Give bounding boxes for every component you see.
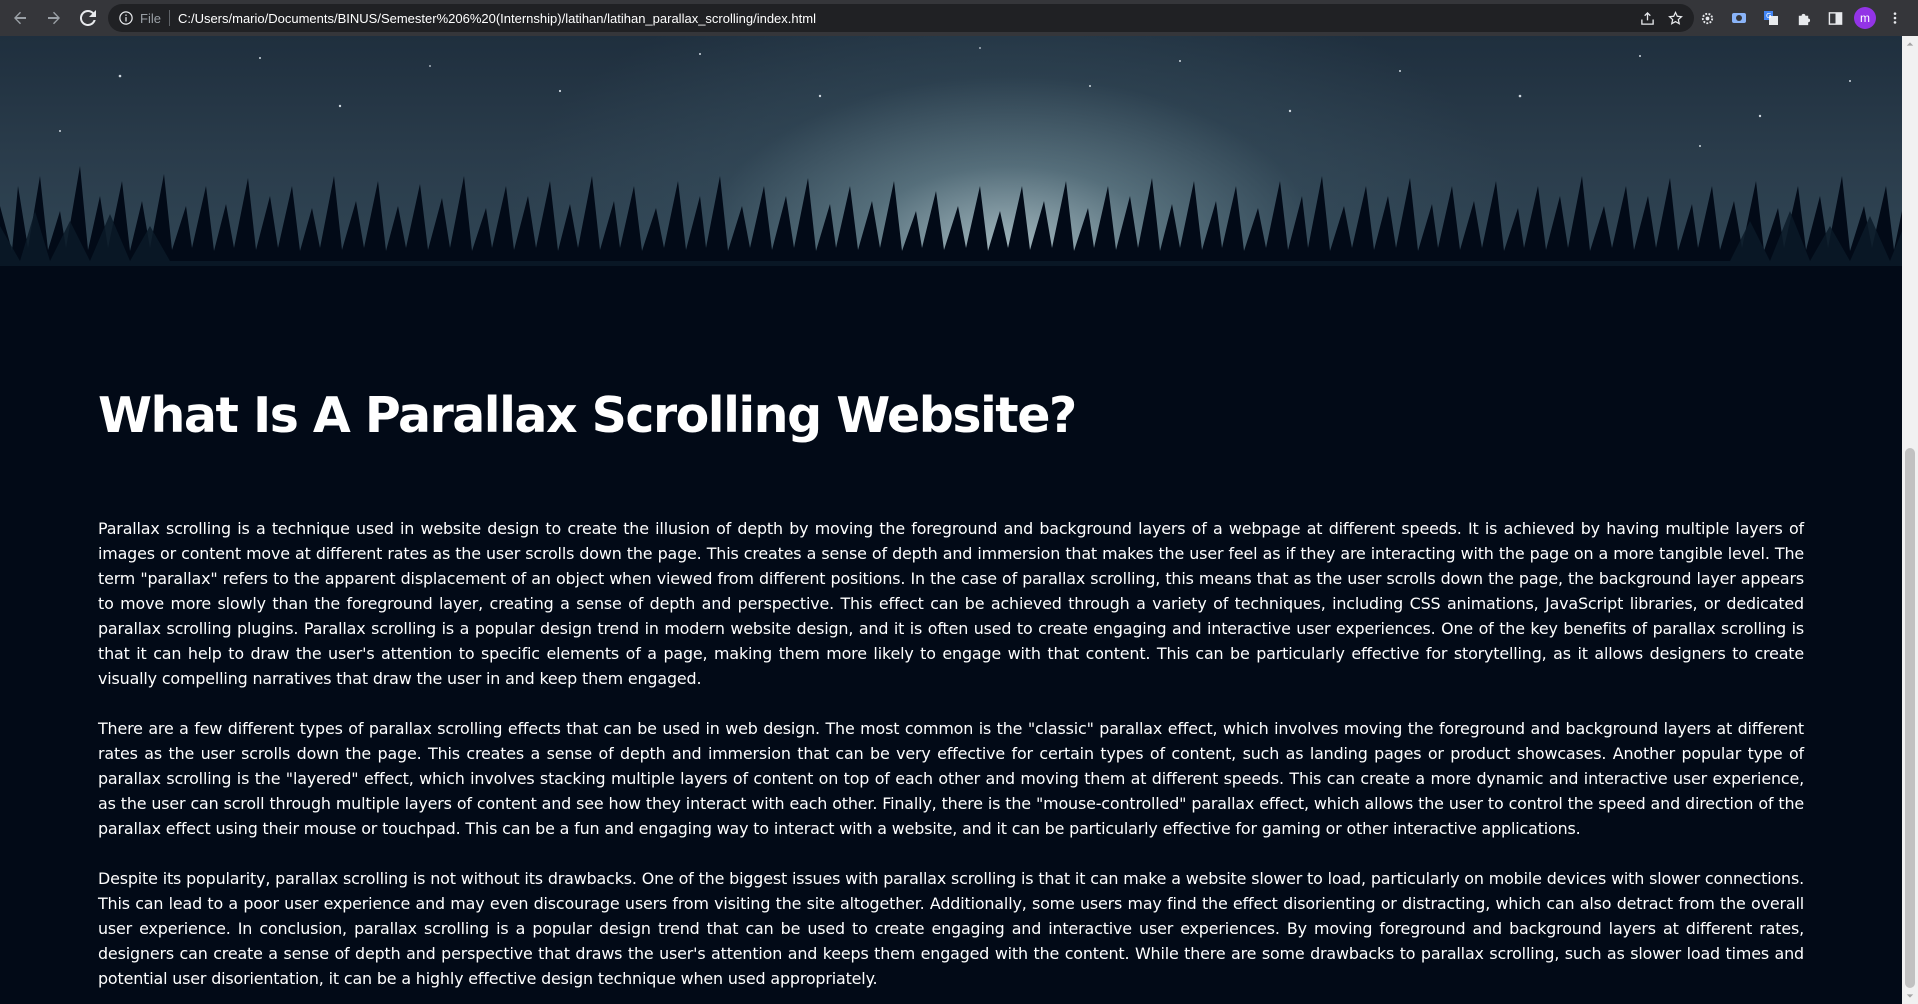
gear-extension-icon[interactable] [1694, 5, 1720, 31]
back-button[interactable] [6, 4, 34, 32]
page-title: What Is A Parallax Scrolling Website? [98, 387, 1077, 444]
forward-button[interactable] [40, 4, 68, 32]
url-text[interactable]: C:/Users/mario/Documents/BINUS/Semester%… [178, 11, 816, 26]
article-paragraph-2: There are a few different types of paral… [98, 719, 1804, 838]
vertical-scrollbar[interactable] [1902, 36, 1918, 1004]
share-icon[interactable] [1638, 9, 1656, 27]
address-bar[interactable]: File C:/Users/mario/Documents/BINUS/Seme… [108, 4, 1694, 32]
svg-text:G: G [1766, 12, 1771, 20]
info-icon[interactable] [118, 10, 134, 26]
article-paragraph-1: Parallax scrolling is a technique used i… [98, 519, 1804, 688]
browser-toolbar: File C:/Users/mario/Documents/BINUS/Seme… [0, 0, 1918, 36]
arrow-right-icon [48, 11, 60, 25]
avatar[interactable]: m [1854, 7, 1876, 29]
hero-parallax-image [0, 36, 1902, 336]
page-viewport: What Is A Parallax Scrolling Website? Pa… [0, 36, 1902, 1004]
screen-capture-icon[interactable] [1726, 5, 1752, 31]
address-divider [168, 10, 170, 26]
article-paragraph-3: Despite its popularity, parallax scrolli… [98, 869, 1804, 988]
scroll-down-arrow-icon[interactable] [1902, 988, 1918, 1004]
stars [59, 47, 1851, 147]
reload-icon [80, 10, 96, 26]
scrollbar-thumb[interactable] [1905, 448, 1915, 988]
extensions-bar: G m [1694, 4, 1908, 32]
star-icon[interactable] [1666, 9, 1684, 27]
arrow-left-icon [14, 11, 26, 25]
article-content: What Is A Parallax Scrolling Website? Pa… [98, 336, 1804, 991]
side-panel-icon[interactable] [1822, 5, 1848, 31]
kebab-menu-icon[interactable] [1882, 5, 1908, 31]
grass-moon-scene [0, 47, 1902, 336]
puzzle-icon[interactable] [1790, 5, 1816, 31]
reload-button[interactable] [74, 4, 102, 32]
translate-icon[interactable]: G [1758, 5, 1784, 31]
scroll-up-arrow-icon[interactable] [1902, 36, 1918, 52]
file-scheme-label: File [140, 10, 161, 26]
omnibox-actions [1638, 9, 1684, 27]
